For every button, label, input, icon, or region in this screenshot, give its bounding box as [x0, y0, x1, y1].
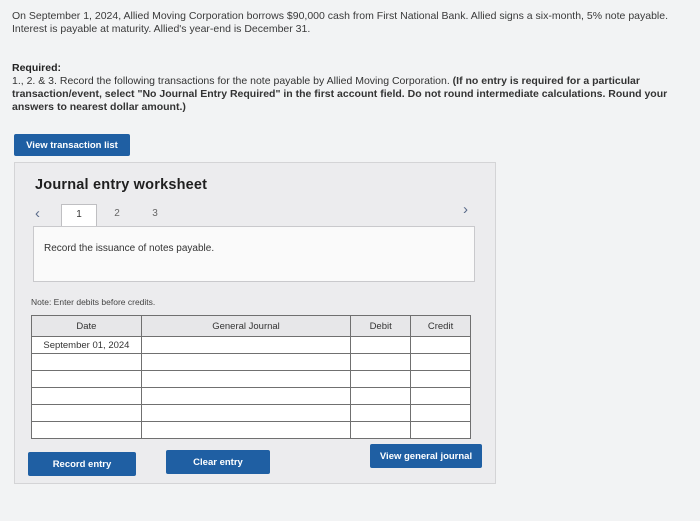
table-row — [31, 353, 471, 371]
debit-field[interactable] — [350, 370, 412, 388]
table-row — [31, 370, 471, 388]
worksheet-title: Journal entry worksheet — [35, 177, 208, 193]
account-field[interactable] — [140, 336, 352, 354]
table-header-row: Date General Journal Debit Credit — [31, 315, 471, 337]
journal-entry-table: Date General Journal Debit Credit Septem… — [31, 315, 471, 439]
transaction-description: Record the issuance of notes payable. — [44, 243, 215, 254]
credit-field[interactable] — [410, 404, 471, 422]
chevron-left-icon[interactable]: ‹ — [35, 205, 40, 222]
required-prefix: 1., 2. & 3. Record the following transac… — [12, 75, 450, 87]
table-row — [31, 404, 471, 422]
date-cell — [31, 421, 142, 439]
credit-field[interactable] — [410, 336, 471, 354]
debit-field[interactable] — [350, 336, 412, 354]
problem-statement: On September 1, 2024, Allied Moving Corp… — [12, 10, 669, 35]
credit-field[interactable] — [410, 353, 471, 371]
account-field[interactable] — [140, 353, 352, 371]
account-field[interactable] — [140, 404, 352, 422]
debits-credits-note: Note: Enter debits before credits. — [31, 297, 156, 307]
required-instructions: Required: 1., 2. & 3. Record the followi… — [12, 62, 682, 114]
debit-field[interactable] — [350, 387, 412, 405]
table-row — [31, 421, 471, 439]
transaction-description-box: Record the issuance of notes payable. — [33, 226, 475, 282]
debit-header: Debit — [350, 315, 412, 337]
credit-field[interactable] — [410, 370, 471, 388]
required-text: 1., 2. & 3. Record the following transac… — [12, 75, 682, 114]
credit-field[interactable] — [410, 387, 471, 405]
account-field[interactable] — [140, 370, 352, 388]
record-entry-button[interactable]: Record entry — [28, 452, 136, 476]
date-cell — [31, 353, 142, 371]
table-row — [31, 387, 471, 405]
general-journal-header: General Journal — [140, 315, 352, 337]
account-field[interactable] — [140, 387, 352, 405]
clear-entry-button[interactable]: Clear entry — [166, 450, 270, 474]
view-general-journal-button[interactable]: View general journal — [370, 444, 482, 468]
chevron-right-icon[interactable]: › — [463, 201, 468, 218]
date-cell — [31, 387, 142, 405]
journal-entry-worksheet: Journal entry worksheet ‹ 1 2 3 › Record… — [14, 162, 496, 484]
credit-field[interactable] — [410, 421, 471, 439]
date-header: Date — [31, 315, 142, 337]
table-row: September 01, 2024 — [31, 336, 471, 354]
debit-field[interactable] — [350, 404, 412, 422]
account-field[interactable] — [140, 421, 352, 439]
debit-field[interactable] — [350, 421, 412, 439]
tab-3[interactable]: 3 — [137, 204, 173, 226]
date-cell — [31, 404, 142, 422]
credit-header: Credit — [410, 315, 471, 337]
date-cell: September 01, 2024 — [31, 336, 142, 354]
debit-field[interactable] — [350, 353, 412, 371]
required-label: Required: — [12, 62, 62, 74]
tab-2[interactable]: 2 — [99, 204, 135, 226]
view-transaction-list-button[interactable]: View transaction list — [14, 134, 130, 156]
tab-1[interactable]: 1 — [61, 204, 97, 226]
date-cell — [31, 370, 142, 388]
